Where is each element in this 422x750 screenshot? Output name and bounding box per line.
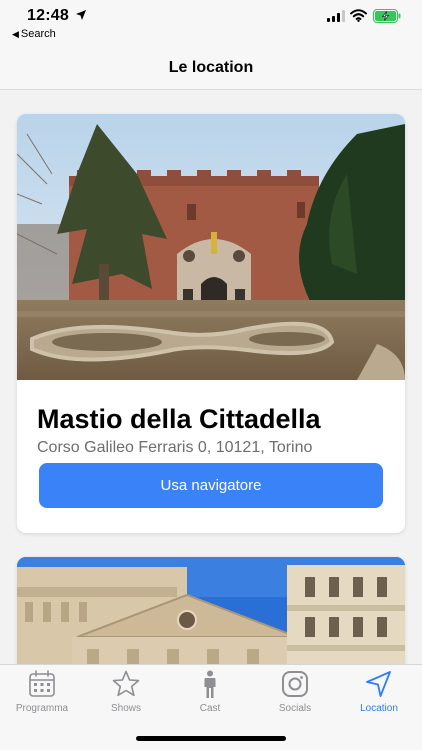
tab-label: Cast — [199, 703, 221, 714]
instagram-icon — [282, 671, 308, 697]
status-bar: 12:48 ◀ Search — [0, 0, 422, 46]
battery-charging-icon — [373, 9, 401, 23]
home-indicator[interactable] — [136, 736, 286, 741]
location-card[interactable]: Mastio della Cittadella Corso Galileo Fe… — [17, 114, 405, 533]
person-icon — [204, 670, 216, 698]
tab-socials[interactable]: Socials — [253, 669, 337, 719]
location-address: Corso Galileo Ferraris 0, 10121, Torino — [37, 439, 313, 456]
location-photo — [17, 114, 405, 380]
app-screen: 12:48 ◀ Search Le location Mastio della … — [0, 0, 422, 750]
tab-label: Location — [360, 703, 398, 714]
page-title: Le location — [168, 59, 254, 76]
status-time: 12:48 — [27, 7, 69, 24]
tab-label: Socials — [278, 703, 312, 714]
tab-location[interactable]: Location — [337, 669, 421, 719]
calendar-icon — [29, 670, 55, 697]
cellular-signal-icon — [327, 10, 345, 22]
back-triangle-icon: ◀ — [12, 29, 19, 39]
back-label: Search — [20, 28, 56, 40]
navigation-bar: Le location — [0, 46, 422, 90]
location-name: Mastio della Cittadella — [37, 404, 321, 434]
tab-label: Shows — [110, 703, 141, 714]
location-arrow-icon — [76, 10, 86, 20]
location-arrow-icon — [366, 671, 391, 697]
back-to-search-link[interactable]: ◀ Search — [12, 28, 56, 40]
tab-shows[interactable]: Shows — [84, 669, 168, 719]
tab-programma[interactable]: Programma — [0, 669, 84, 719]
wifi-icon — [350, 9, 367, 22]
use-navigator-button[interactable]: Usa navigatore — [39, 463, 383, 508]
tab-cast[interactable]: Cast — [168, 669, 252, 719]
star-icon — [112, 670, 140, 697]
tab-label: Programma — [15, 703, 69, 714]
